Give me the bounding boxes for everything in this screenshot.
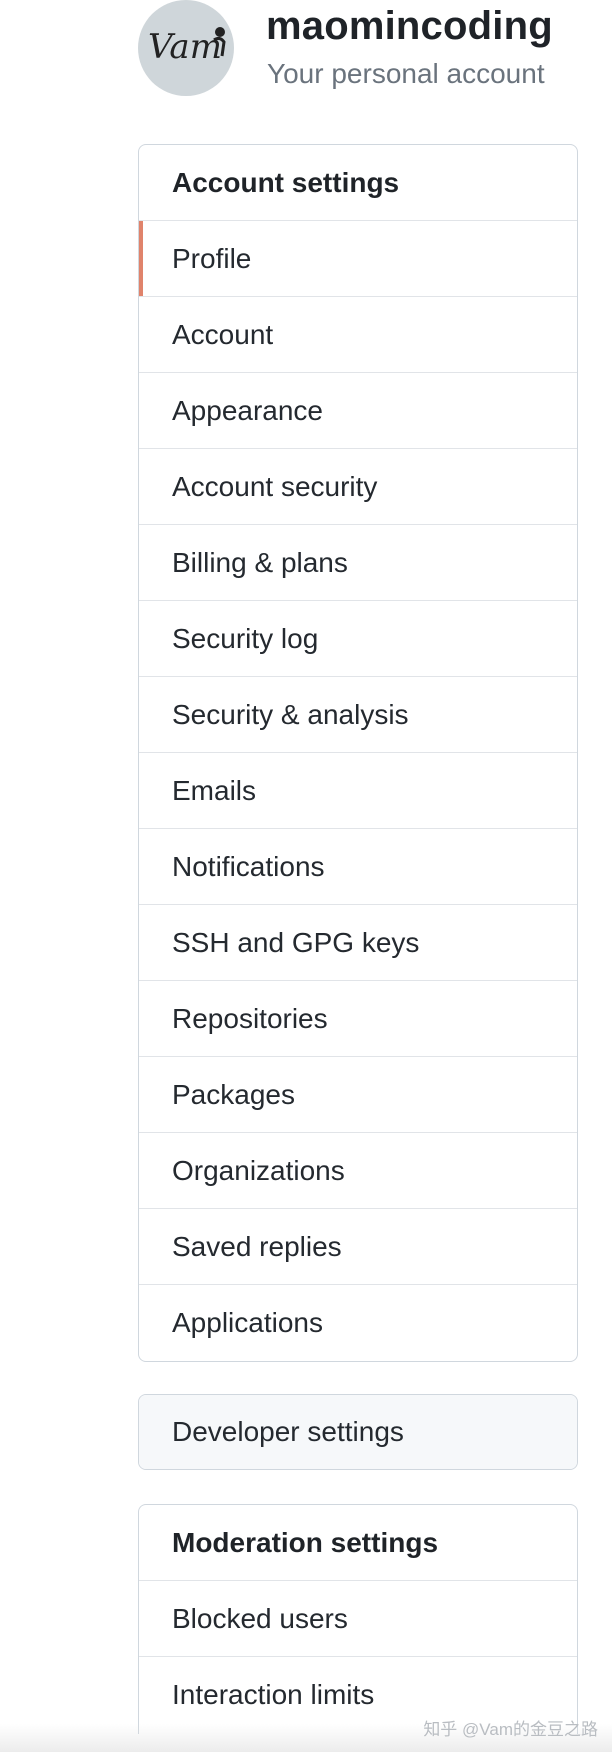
avatar[interactable]: Vam: [138, 0, 234, 96]
developer-settings-menu: Developer settings: [138, 1394, 578, 1470]
menu-item-repositories[interactable]: Repositories: [139, 981, 577, 1057]
menu-item-account-security[interactable]: Account security: [139, 449, 577, 525]
menu-item-billing-plans[interactable]: Billing & plans: [139, 525, 577, 601]
menu-item-saved-replies[interactable]: Saved replies: [139, 1209, 577, 1285]
account-header: Vam maomincoding Your personal account: [138, 0, 578, 100]
menu-item-interaction-limits[interactable]: Interaction limits: [139, 1657, 577, 1733]
menu-item-security-analysis[interactable]: Security & analysis: [139, 677, 577, 753]
moderation-settings-menu: Moderation settings Blocked users Intera…: [138, 1504, 578, 1734]
username[interactable]: maomincoding: [266, 4, 553, 49]
menu-item-emails[interactable]: Emails: [139, 753, 577, 829]
menu-item-developer-settings[interactable]: Developer settings: [139, 1395, 577, 1469]
moderation-settings-heading: Moderation settings: [139, 1505, 577, 1581]
menu-item-organizations[interactable]: Organizations: [139, 1133, 577, 1209]
menu-item-security-log[interactable]: Security log: [139, 601, 577, 677]
menu-item-notifications[interactable]: Notifications: [139, 829, 577, 905]
menu-item-profile[interactable]: Profile: [139, 221, 577, 297]
account-type-label: Your personal account: [267, 58, 545, 89]
menu-item-ssh-gpg-keys[interactable]: SSH and GPG keys: [139, 905, 577, 981]
account-settings-menu: Account settings Profile Account Appeara…: [138, 144, 578, 1362]
menu-item-account[interactable]: Account: [139, 297, 577, 373]
avatar-text: Vam: [148, 27, 222, 67]
menu-item-applications[interactable]: Applications: [139, 1285, 577, 1361]
account-settings-heading: Account settings: [139, 145, 577, 221]
menu-item-packages[interactable]: Packages: [139, 1057, 577, 1133]
avatar-logo: Vam: [148, 27, 226, 67]
menu-item-blocked-users[interactable]: Blocked users: [139, 1581, 577, 1657]
menu-item-appearance[interactable]: Appearance: [139, 373, 577, 449]
